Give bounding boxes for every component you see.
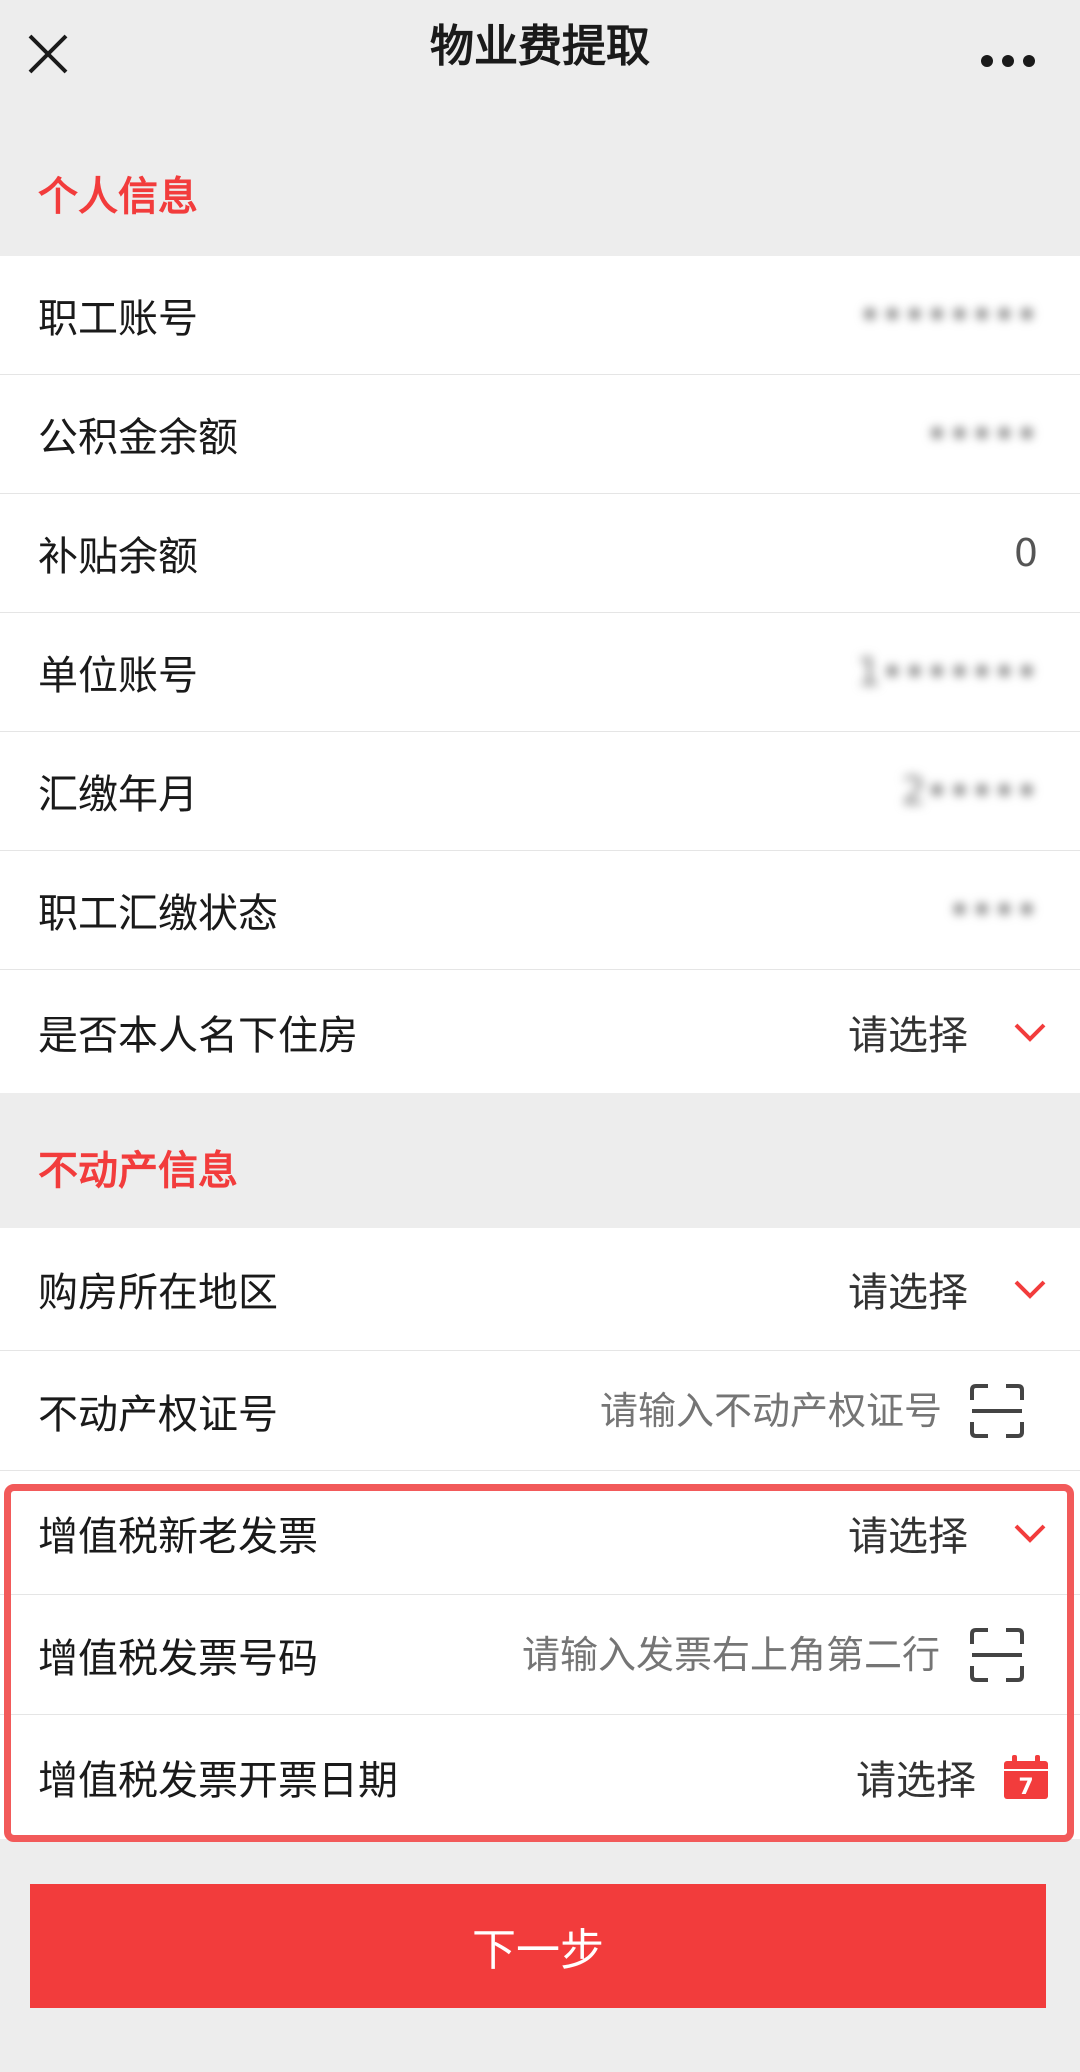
row-vat-invoice-type[interactable]: 增值税新老发票 请选择 — [0, 1471, 1080, 1595]
row-label: 公积金余额 — [38, 415, 238, 461]
row-subsidy-balance: 补贴余额 0 — [0, 494, 1080, 613]
row-label: 职工账号 — [38, 296, 198, 342]
calendar-day: 7 — [1018, 1775, 1033, 1800]
row-payment-status: 职工汇缴状态 •••• — [0, 851, 1080, 970]
invoice-number-input[interactable] — [522, 1632, 942, 1677]
personal-info-list: 职工账号 •••••••• 公积金余额 ••••• 补贴余额 0 单位账号 1•… — [0, 256, 1080, 1093]
row-label: 职工汇缴状态 — [38, 891, 278, 937]
row-value: •••• — [948, 888, 1038, 932]
row-property-certificate: 不动产权证号 — [0, 1351, 1080, 1471]
row-label: 购房所在地区 — [38, 1270, 278, 1316]
scan-icon[interactable] — [968, 1382, 1026, 1440]
row-employee-account: 职工账号 •••••••• — [0, 256, 1080, 375]
section-title: 不动产信息 — [38, 1148, 238, 1194]
row-value: ••••• — [925, 412, 1038, 456]
calendar-icon[interactable]: 7 — [1002, 1753, 1050, 1801]
select-value[interactable]: 请选择 — [856, 1748, 976, 1806]
row-label: 增值税发票号码 — [38, 1635, 318, 1682]
row-label: 补贴余额 — [38, 534, 198, 580]
next-step-button[interactable]: 下一步 — [30, 1884, 1046, 2008]
select-value[interactable]: 请选择 — [848, 1003, 968, 1061]
row-label: 不动产权证号 — [38, 1391, 278, 1438]
row-value: •••••••• — [858, 293, 1038, 337]
scan-icon[interactable] — [968, 1626, 1026, 1684]
row-vat-invoice-date[interactable]: 增值税发票开票日期 请选择 7 — [0, 1715, 1080, 1839]
select-value[interactable]: 请选择 — [848, 1260, 968, 1318]
row-value: 1••••••• — [856, 650, 1038, 694]
chevron-down-icon[interactable] — [1012, 1020, 1048, 1044]
chevron-down-icon[interactable] — [1012, 1521, 1048, 1545]
row-label: 增值税新老发票 — [38, 1513, 318, 1560]
row-label: 是否本人名下住房 — [38, 1012, 358, 1059]
navigation-bar: 物业费提取 — [0, 0, 1080, 120]
row-own-housing-select[interactable]: 是否本人名下住房 请选择 — [0, 970, 1080, 1093]
row-region-select[interactable]: 购房所在地区 请选择 — [0, 1228, 1080, 1351]
chevron-down-icon[interactable] — [1012, 1277, 1048, 1301]
property-info-list: 购房所在地区 请选择 不动产权证号 增值税新老发票 请选择 增值税发票号码 增值… — [0, 1228, 1080, 1839]
row-payment-month: 汇缴年月 2••••• — [0, 732, 1080, 851]
row-company-account: 单位账号 1••••••• — [0, 613, 1080, 732]
certificate-input[interactable] — [522, 1388, 942, 1433]
row-vat-invoice-number: 增值税发票号码 — [0, 1595, 1080, 1715]
page-title: 物业费提取 — [430, 21, 650, 72]
select-value[interactable]: 请选择 — [848, 1504, 968, 1562]
more-icon[interactable] — [980, 54, 1036, 68]
section-title: 个人信息 — [38, 174, 198, 220]
row-label: 增值税发票开票日期 — [38, 1758, 398, 1804]
row-value: 0 — [1013, 531, 1038, 575]
row-label: 汇缴年月 — [38, 772, 198, 818]
row-fund-balance: 公积金余额 ••••• — [0, 375, 1080, 494]
row-label: 单位账号 — [38, 653, 198, 699]
row-value: 2••••• — [901, 769, 1038, 813]
